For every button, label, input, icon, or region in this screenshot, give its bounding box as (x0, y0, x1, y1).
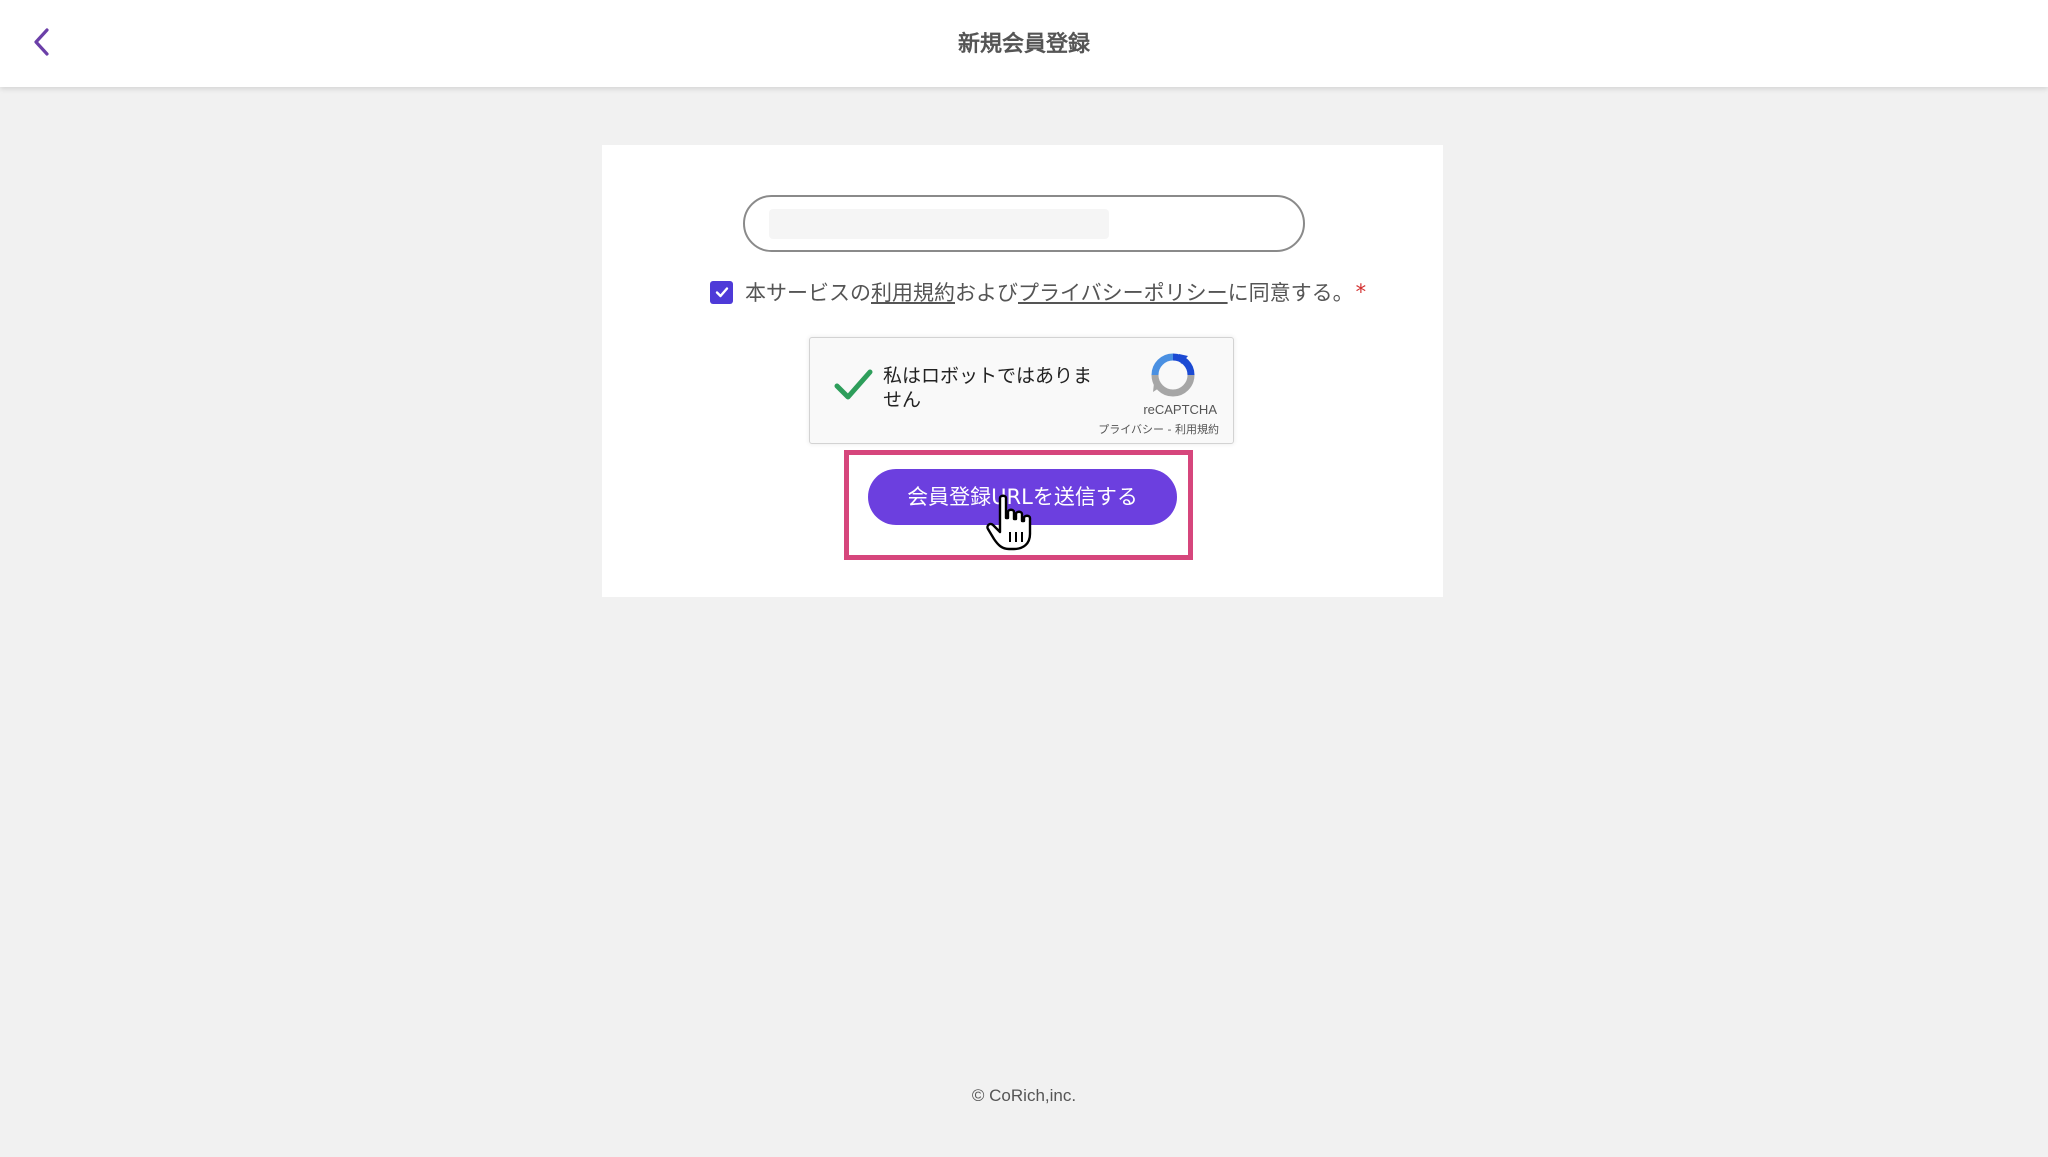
header-bar: 新規会員登録 (0, 0, 2048, 87)
terms-link[interactable]: 利用規約 (871, 281, 955, 305)
consent-suffix: に同意する。 (1227, 281, 1354, 305)
recaptcha-links[interactable]: プライバシー - 利用規約 (1098, 421, 1219, 437)
recaptcha-check-icon (834, 369, 873, 400)
recaptcha-widget: 私はロボットではありません reCAPTCHA プライバシー - 利用規約 (809, 337, 1234, 444)
consent-text: 本サービスの利用規約およびプライバシーポリシーに同意する。 (745, 277, 1354, 307)
recaptcha-checkbox[interactable] (832, 364, 874, 406)
recaptcha-brand: reCAPTCHA (1143, 402, 1217, 417)
recaptcha-label: 私はロボットではありません (883, 365, 1093, 411)
checkmark-icon (715, 287, 728, 298)
consent-prefix: 本サービスの (745, 281, 871, 305)
required-mark: * (1355, 280, 1367, 304)
footer-copyright: © CoRich,inc. (971, 1086, 1077, 1105)
consent-middle: および (955, 281, 1018, 305)
page-title: 新規会員登録 (957, 32, 1090, 57)
email-field[interactable] (743, 195, 1305, 252)
consent-row: 本サービスの利用規約およびプライバシーポリシーに同意する。 * (710, 276, 1366, 308)
recaptcha-logo-icon (1150, 352, 1196, 398)
hand-cursor-icon (986, 494, 1032, 551)
privacy-policy-link[interactable]: プライバシーポリシー (1018, 281, 1228, 305)
email-input[interactable] (769, 209, 1109, 239)
consent-checkbox[interactable] (710, 280, 733, 304)
